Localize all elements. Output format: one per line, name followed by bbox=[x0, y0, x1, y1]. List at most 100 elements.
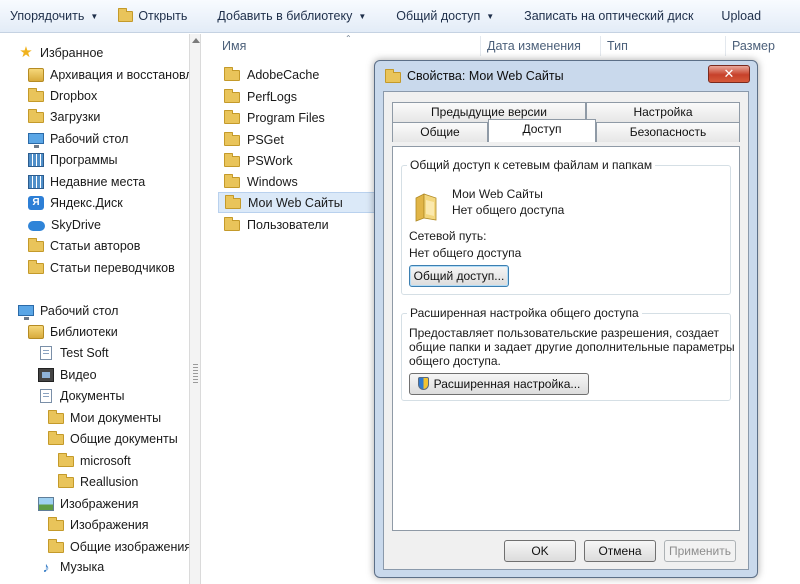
tab-security[interactable]: Безопасность bbox=[596, 122, 740, 142]
file-name: PerfLogs bbox=[247, 89, 298, 104]
file-row-program-files[interactable]: Program Files bbox=[218, 107, 388, 128]
nav-libraries[interactable]: Библиотеки bbox=[28, 321, 118, 342]
scrollbar-grip-icon[interactable] bbox=[193, 364, 198, 384]
add-to-library-button[interactable]: Добавить в библиотеку ▼ bbox=[207, 0, 376, 33]
nav-item-author-articles[interactable]: Статьи авторов bbox=[28, 235, 140, 256]
scroll-up-icon[interactable] bbox=[192, 38, 200, 43]
sharing-tab-panel: Общий доступ к сетевым файлам и папкам М… bbox=[392, 146, 740, 531]
nav-item-microsoft[interactable]: microsoft bbox=[58, 450, 131, 471]
column-label: Имя bbox=[222, 39, 247, 53]
file-row-my-web-sites[interactable]: Мои Web Сайты bbox=[218, 192, 388, 213]
nav-item-test-soft[interactable]: Test Soft bbox=[38, 342, 109, 363]
document-library-icon bbox=[40, 345, 52, 360]
folder-icon bbox=[48, 539, 64, 553]
chevron-down-icon: ▼ bbox=[90, 11, 99, 21]
nav-item-skydrive[interactable]: SkyDrive bbox=[28, 214, 101, 235]
file-row-adobecache[interactable]: AdobeCache bbox=[218, 64, 388, 85]
nav-favorites[interactable]: ★ Избранное bbox=[18, 42, 103, 63]
burn-label: Записать на оптический диск bbox=[524, 9, 694, 23]
tab-label: Настройка bbox=[633, 105, 693, 119]
nav-item-reallusion[interactable]: Reallusion bbox=[58, 471, 138, 492]
nav-item-backup[interactable]: Архивация и восстановл bbox=[28, 64, 189, 85]
column-header-date[interactable]: Дата изменения bbox=[481, 36, 601, 56]
file-row-perflogs[interactable]: PerfLogs bbox=[218, 86, 388, 107]
shield-icon bbox=[417, 377, 429, 390]
shared-folder-status: Нет общего доступа bbox=[452, 203, 565, 217]
advanced-description-line: общего доступа. bbox=[409, 354, 501, 368]
nav-label: Видео bbox=[60, 367, 97, 382]
nav-label: Reallusion bbox=[80, 474, 139, 489]
close-button[interactable]: ✕ bbox=[708, 65, 750, 83]
downloads-folder-icon bbox=[28, 109, 44, 123]
desktop-icon bbox=[18, 305, 34, 320]
nav-desktop-root[interactable]: Рабочий стол bbox=[18, 300, 118, 321]
folder-icon bbox=[224, 89, 240, 103]
nav-item-translator-articles[interactable]: Статьи переводчиков bbox=[28, 257, 175, 278]
nav-label: Dropbox bbox=[50, 88, 98, 103]
nav-item-documents[interactable]: Документы bbox=[38, 385, 124, 406]
nav-label: SkyDrive bbox=[51, 217, 102, 232]
nav-item-my-documents[interactable]: Мои документы bbox=[48, 407, 161, 428]
burn-button[interactable]: Записать на оптический диск bbox=[514, 0, 703, 33]
folder-icon bbox=[224, 217, 240, 231]
dialog-titlebar[interactable]: Свойства: Мои Web Сайты bbox=[375, 61, 757, 91]
file-row-pswork[interactable]: PSWork bbox=[218, 150, 388, 171]
nav-item-dropbox[interactable]: Dropbox bbox=[28, 85, 97, 106]
nav-item-public-images[interactable]: Общие изображения bbox=[48, 536, 189, 557]
star-icon: ★ bbox=[19, 43, 33, 61]
advanced-description-line: общие папки и задает другие дополнительн… bbox=[409, 340, 735, 354]
column-label: Тип bbox=[607, 39, 628, 53]
file-row-psget[interactable]: PSGet bbox=[218, 129, 388, 150]
organize-label: Упорядочить bbox=[10, 9, 85, 23]
nav-item-desktop[interactable]: Рабочий стол bbox=[28, 128, 128, 149]
nav-label: Мои документы bbox=[70, 410, 162, 425]
nav-item-programs[interactable]: Программы bbox=[28, 149, 118, 170]
nav-item-video[interactable]: Видео bbox=[38, 364, 97, 385]
nav-label: Недавние места bbox=[50, 174, 146, 189]
organize-button[interactable]: Упорядочить ▼ bbox=[0, 0, 108, 33]
nav-item-recent[interactable]: Недавние места bbox=[28, 171, 145, 192]
column-label: Дата изменения bbox=[487, 39, 581, 53]
tab-label: Общие bbox=[420, 125, 460, 139]
group-title: Общий доступ к сетевым файлам и папкам bbox=[407, 158, 656, 172]
tab-general[interactable]: Общие bbox=[392, 122, 488, 142]
chevron-down-icon: ▼ bbox=[486, 11, 495, 21]
share-folder-button[interactable]: Общий доступ... bbox=[409, 265, 509, 287]
folder-icon bbox=[225, 195, 241, 209]
desktop-icon bbox=[28, 133, 44, 148]
file-row-users[interactable]: Пользователи bbox=[218, 214, 388, 235]
nav-item-music[interactable]: ♪ Музыка bbox=[38, 556, 105, 577]
column-header-name[interactable]: Имя bbox=[216, 36, 481, 56]
open-button[interactable]: Открыть bbox=[108, 0, 197, 33]
cancel-button[interactable]: Отмена bbox=[584, 540, 656, 562]
folder-icon bbox=[58, 474, 74, 488]
column-header-type[interactable]: Тип bbox=[601, 36, 726, 56]
upload-button[interactable]: Upload bbox=[711, 0, 771, 33]
nav-scrollbar[interactable] bbox=[189, 34, 201, 584]
nav-item-my-images[interactable]: Изображения bbox=[48, 514, 149, 535]
advanced-sharing-group: Расширенная настройка общего доступа Пре… bbox=[401, 306, 735, 401]
properties-dialog: Свойства: Мои Web Сайты ✕ Предыдущие вер… bbox=[374, 60, 758, 578]
nav-label: Рабочий стол bbox=[40, 303, 119, 318]
nav-item-public-documents[interactable]: Общие документы bbox=[48, 428, 178, 449]
documents-icon bbox=[40, 388, 52, 403]
advanced-sharing-button[interactable]: Расширенная настройка... bbox=[409, 373, 589, 395]
nav-item-downloads[interactable]: Загрузки bbox=[28, 106, 100, 127]
nav-item-images[interactable]: Изображения bbox=[38, 493, 139, 514]
nav-label: Статьи переводчиков bbox=[50, 260, 175, 275]
share-button[interactable]: Общий доступ ▼ bbox=[386, 0, 504, 33]
nav-item-yandex-disk[interactable]: Я Яндекс.Диск bbox=[28, 192, 123, 213]
shared-folder-icon bbox=[415, 193, 437, 222]
dialog-body: Предыдущие версии Настройка Общие Доступ… bbox=[383, 91, 749, 570]
column-header-size[interactable]: Размер bbox=[726, 36, 800, 56]
folder-icon bbox=[224, 110, 240, 124]
add-to-library-label: Добавить в библиотеку bbox=[217, 9, 353, 23]
network-path-label: Сетевой путь: bbox=[409, 229, 487, 243]
music-icon: ♪ bbox=[42, 558, 50, 575]
folder-icon bbox=[118, 7, 134, 22]
file-row-windows[interactable]: Windows bbox=[218, 171, 388, 192]
ok-button[interactable]: OK bbox=[504, 540, 576, 562]
apply-button[interactable]: Применить bbox=[664, 540, 736, 562]
tab-sharing[interactable]: Доступ bbox=[488, 119, 596, 142]
tab-customize[interactable]: Настройка bbox=[586, 102, 740, 122]
